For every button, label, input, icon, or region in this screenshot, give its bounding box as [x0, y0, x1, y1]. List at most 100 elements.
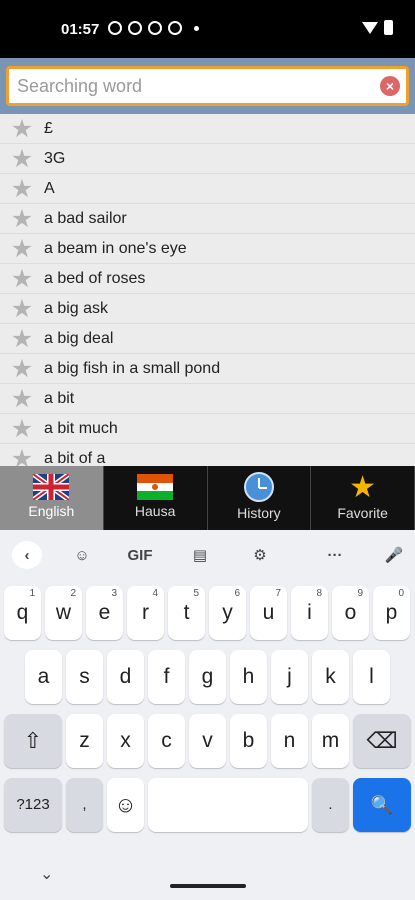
key-hint: 6 [234, 588, 240, 599]
backspace-key[interactable]: ⌫ [353, 714, 411, 768]
list-item[interactable]: ★ a bad sailor [0, 204, 415, 234]
status-bar: 01:57 [0, 0, 415, 58]
list-item[interactable]: ★ £ [0, 114, 415, 144]
key-char: t [183, 601, 190, 624]
key-y[interactable]: y6 [209, 586, 246, 640]
word-label: a bit [44, 389, 75, 407]
star-icon[interactable]: ★ [0, 174, 44, 204]
star-icon[interactable]: ★ [0, 444, 44, 467]
shift-key[interactable]: ⇧ [4, 714, 62, 768]
sticker-icon[interactable]: ☺ [68, 542, 96, 570]
search-key[interactable]: 🔍 [353, 778, 411, 832]
key-j[interactable]: j [271, 650, 308, 704]
list-item[interactable]: ★ a bit much [0, 414, 415, 444]
list-item[interactable]: ★ 3G [0, 144, 415, 174]
key-d[interactable]: d [107, 650, 144, 704]
key-n[interactable]: n [271, 714, 308, 768]
comma-key[interactable]: , [66, 778, 103, 832]
tab-favorite[interactable]: ★ Favorite [311, 466, 415, 530]
key-z[interactable]: z [66, 714, 103, 768]
word-label: 3G [44, 149, 66, 167]
list-item[interactable]: ★ a bed of roses [0, 264, 415, 294]
key-char: p [385, 601, 398, 624]
key-char: w [55, 601, 72, 624]
list-item[interactable]: ★ a big deal [0, 324, 415, 354]
gesture-handle[interactable] [170, 884, 246, 888]
space-key[interactable] [148, 778, 308, 832]
word-label: a bit much [44, 419, 118, 437]
word-label: a beam in one's eye [44, 239, 187, 257]
tab-english[interactable]: English [0, 466, 104, 530]
key-h[interactable]: h [230, 650, 267, 704]
list-item[interactable]: ★ a beam in one's eye [0, 234, 415, 264]
key-r[interactable]: r4 [127, 586, 164, 640]
word-label: £ [44, 119, 53, 137]
uk-flag-icon [33, 474, 70, 500]
gif-button[interactable]: GIF [120, 542, 160, 570]
list-item[interactable]: ★ A [0, 174, 415, 204]
star-icon[interactable]: ★ [0, 234, 44, 264]
key-hint: 9 [357, 588, 363, 599]
star-icon[interactable]: ★ [0, 144, 44, 174]
star-icon[interactable]: ★ [0, 414, 44, 444]
more-icon[interactable]: ··· [318, 542, 352, 570]
clock-icon [243, 472, 274, 502]
tab-label: History [237, 505, 281, 521]
key-e[interactable]: e3 [86, 586, 123, 640]
tab-label: Hausa [134, 503, 176, 519]
soft-keyboard: ‹ ☺ GIF ▤ ⚙ ··· 🎤 q1 w2 e3 r4 t5 y6 u7 i… [0, 530, 415, 900]
key-l[interactable]: l [353, 650, 390, 704]
key-c[interactable]: c [148, 714, 185, 768]
emoji-key[interactable]: ☺ [107, 778, 144, 832]
word-label: a big fish in a small pond [44, 359, 221, 377]
hide-keyboard-icon[interactable]: ⌄ [40, 864, 53, 884]
key-a[interactable]: a [25, 650, 62, 704]
period-key[interactable]: . [312, 778, 349, 832]
word-label: a big deal [44, 329, 114, 347]
key-p[interactable]: p0 [373, 586, 410, 640]
mic-icon[interactable]: 🎤 [380, 542, 408, 570]
key-char: i [307, 601, 312, 624]
tab-hausa[interactable]: Hausa [104, 466, 208, 530]
list-item[interactable]: ★ a bit of a [0, 444, 415, 467]
star-icon[interactable]: ★ [0, 354, 44, 384]
star-icon[interactable]: ★ [0, 264, 44, 294]
word-label: a bit of a [44, 449, 106, 467]
key-char: y [222, 601, 233, 624]
clipboard-icon[interactable]: ▤ [186, 542, 214, 570]
star-icon[interactable]: ★ [0, 324, 44, 354]
symbols-key[interactable]: ?123 [4, 778, 62, 832]
key-hint: 1 [29, 588, 35, 599]
star-icon[interactable]: ★ [0, 384, 44, 414]
back-icon[interactable]: ‹ [12, 541, 42, 569]
list-item[interactable]: ★ a bit [0, 384, 415, 414]
star-icon[interactable]: ★ [0, 204, 44, 234]
key-q[interactable]: q1 [4, 586, 41, 640]
key-v[interactable]: v [189, 714, 226, 768]
search-input[interactable] [9, 69, 349, 103]
tab-history[interactable]: History [208, 466, 312, 530]
star-icon[interactable]: ★ [0, 294, 44, 324]
word-list: ★ £ ★ 3G ★ A ★ a bad sailor ★ a beam in one's… [0, 114, 415, 466]
clear-icon[interactable]: × [380, 76, 400, 96]
word-label: a bed of roses [44, 269, 146, 287]
list-item[interactable]: ★ a big ask [0, 294, 415, 324]
wifi-icon [362, 21, 378, 34]
key-x[interactable]: x [107, 714, 144, 768]
key-f[interactable]: f [148, 650, 185, 704]
star-icon[interactable]: ★ [0, 114, 44, 144]
settings-icon[interactable]: ⚙ [246, 542, 274, 570]
search-bar: × [0, 58, 415, 114]
key-k[interactable]: k [312, 650, 349, 704]
key-m[interactable]: m [312, 714, 349, 768]
key-b[interactable]: b [230, 714, 267, 768]
list-item[interactable]: ★ a big fish in a small pond [0, 354, 415, 384]
key-o[interactable]: o9 [332, 586, 369, 640]
key-g[interactable]: g [189, 650, 226, 704]
key-i[interactable]: i8 [291, 586, 328, 640]
notification-icon [128, 21, 142, 35]
key-u[interactable]: u7 [250, 586, 287, 640]
key-w[interactable]: w2 [45, 586, 82, 640]
key-t[interactable]: t5 [168, 586, 205, 640]
key-s[interactable]: s [66, 650, 103, 704]
